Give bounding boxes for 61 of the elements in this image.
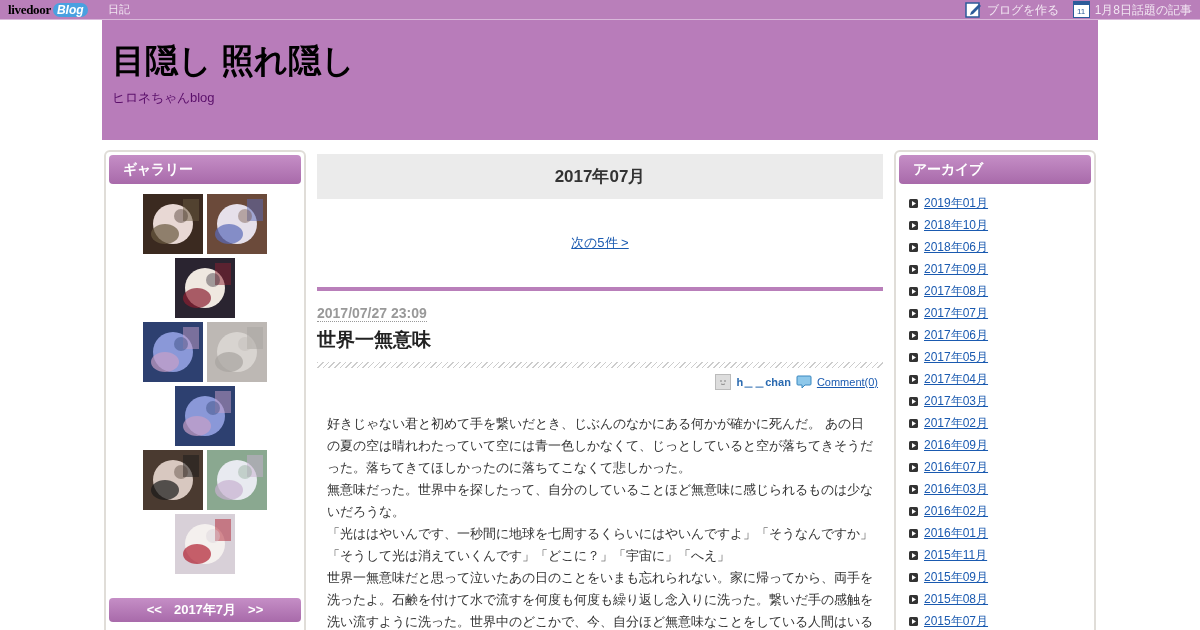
- calendar-month: 2017年7月: [173, 602, 237, 618]
- bullet-icon: [909, 198, 918, 208]
- archive-link[interactable]: 2015年11月: [924, 546, 988, 564]
- face-icon: [715, 374, 732, 391]
- bullet-icon: [909, 462, 918, 472]
- body-paragraph: 世界一無意味だと思って泣いたあの日のことをいまも忘れられない。家に帰ってから、両手を洗ったよ。石鹸を付けて水で流すを何度も何度も繰り返し念入りに洗った。繋いだ手の感触を洗い流すように洗った。世界中のどこかで、今、自分ほど無意味なことをしている人間はいる: [327, 568, 873, 630]
- next-page-link[interactable]: 次の5件 >: [571, 233, 629, 253]
- archive-link[interactable]: 2015年08月: [924, 590, 989, 608]
- archive-link[interactable]: 2016年01月: [924, 524, 989, 542]
- archive-link[interactable]: 2017年05月: [924, 348, 989, 366]
- top-link[interactable]: 11 1月8日話題の記事: [1072, 0, 1192, 19]
- bullet-icon: [909, 242, 918, 252]
- site-logo[interactable]: livedoor Blog: [8, 0, 88, 19]
- bullet-icon: [909, 418, 918, 428]
- bullet-icon: [909, 506, 918, 516]
- sidebar-heading: アーカイブ: [899, 155, 1091, 184]
- archive-link[interactable]: 2017年07月: [924, 304, 989, 322]
- archive-link[interactable]: 2017年04月: [924, 370, 989, 388]
- archive-link[interactable]: 2016年09月: [924, 436, 989, 454]
- bullet-icon: [909, 528, 918, 538]
- bullet-icon: [909, 616, 918, 626]
- archive-link[interactable]: 2017年09月: [924, 260, 989, 278]
- archive-link[interactable]: 2018年06月: [924, 238, 989, 256]
- archive-link[interactable]: 2015年07月: [924, 612, 989, 630]
- blog-title[interactable]: 目隠し 照れ隠し: [112, 40, 1088, 82]
- archive-link[interactable]: 2015年09月: [924, 568, 989, 586]
- blog-subtitle: ヒロネちゃんblog: [112, 89, 216, 107]
- archive-link[interactable]: 2018年10月: [924, 216, 989, 234]
- bullet-icon: [909, 330, 918, 340]
- bullet-icon: [909, 264, 918, 274]
- bullet-icon: [909, 220, 918, 230]
- body-paragraph: 好きじゃない君と初めて手を繋いだとき、じぶんのなかにある何かが確かに死んだ。 あの日の夏の空は晴れわたっていて空には青一色しかなくて、じっとしていると空が落ちてきそうだった。落ちてきてほしかったのに落ちてこなくて悲しかった。: [327, 414, 873, 477]
- speech-bubble-icon: [795, 375, 812, 390]
- bullet-icon: [909, 286, 918, 296]
- bullet-icon: [909, 484, 918, 494]
- pencil-icon: [964, 1, 982, 18]
- archive-link[interactable]: 2016年02月: [924, 502, 989, 520]
- calendar-icon: 11: [1072, 1, 1090, 18]
- archive-link[interactable]: 2017年02月: [924, 414, 989, 432]
- post-title[interactable]: 世界一無意味: [317, 328, 883, 352]
- bullet-icon: [909, 396, 918, 406]
- month-heading: 2017年07月: [317, 154, 883, 199]
- body-paragraph: 「光ははやいんです、一秒間に地球を七周するくらいにはやいんですよ」「そうなんですか」: [327, 524, 873, 543]
- archive-link[interactable]: 2017年03月: [924, 392, 989, 410]
- bullet-icon: [909, 308, 918, 318]
- archive-link[interactable]: 2019年01月: [924, 194, 989, 212]
- bullet-icon: [909, 572, 918, 582]
- body-paragraph: 無意味だった。世界中を探したって、自分のしていることほど無意味に感じられるものは少ないだろうな。: [327, 480, 873, 521]
- archive-link[interactable]: 2016年07月: [924, 458, 989, 476]
- bullet-icon: [909, 374, 918, 384]
- sidebar-heading: ギャラリー: [109, 155, 301, 184]
- archive-link[interactable]: 2016年03月: [924, 480, 989, 498]
- bullet-icon: [909, 594, 918, 604]
- author-link[interactable]: h＿＿chan: [736, 374, 791, 391]
- archive-link[interactable]: 2017年06月: [924, 326, 989, 344]
- bullet-icon: [909, 352, 918, 362]
- comment-link[interactable]: Comment(0): [816, 374, 878, 391]
- bullet-icon: [909, 550, 918, 560]
- bullet-icon: [909, 440, 918, 450]
- archive-link[interactable]: 2017年08月: [924, 282, 989, 300]
- body-paragraph: 「そうして光は消えていくんです」「どこに？」「宇宙に」「へえ」: [327, 546, 731, 565]
